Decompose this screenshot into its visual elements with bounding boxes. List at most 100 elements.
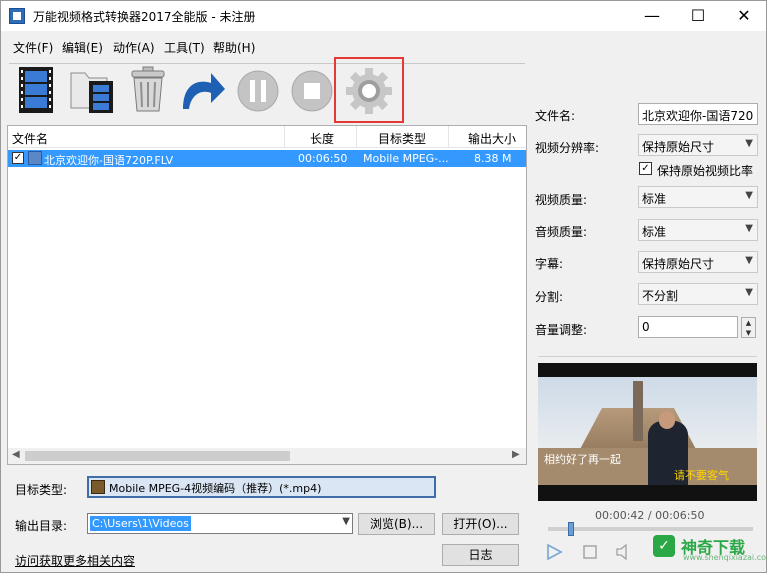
scroll-left-icon[interactable]: ◀ — [12, 449, 20, 460]
keep-ratio-checkbox[interactable]: ✓ — [639, 162, 652, 175]
volume-label: 音量调整: — [535, 323, 588, 337]
keep-ratio-label[interactable]: 保持原始视频比率 — [657, 162, 753, 179]
row-size: 8.38 M — [474, 152, 512, 165]
speaker-icon — [616, 543, 627, 561]
filename-value: 北京欢迎你-国语720P — [642, 109, 754, 123]
preview-monument — [633, 381, 643, 441]
chevron-down-icon: ▼ — [745, 255, 753, 266]
volume-spinner[interactable]: ▲ ▼ — [741, 317, 756, 338]
split-select[interactable]: 不分割 ▼ — [638, 283, 758, 305]
row-filename: 北京欢迎你-国语720P.FLV — [44, 154, 174, 167]
film-icon — [91, 480, 105, 494]
output-dir-label: 输出目录: — [15, 519, 68, 533]
chevron-down-icon: ▼ — [745, 190, 753, 201]
preview-subtitle-left: 相约好了再一起 — [544, 453, 621, 466]
resolution-select[interactable]: 保持原始尺寸 ▼ — [638, 134, 758, 156]
preview-timecode: 00:00:42 / 00:06:50 — [595, 509, 705, 522]
column-divider[interactable] — [448, 126, 449, 148]
redo-icon — [183, 73, 225, 109]
column-divider[interactable] — [356, 126, 357, 148]
filename-label: 文件名: — [535, 109, 576, 123]
watermark-subtext: www.shenqixiazai.com — [683, 553, 767, 562]
stop-preview-button[interactable] — [581, 543, 599, 561]
scrollbar-thumb[interactable] — [25, 451, 290, 461]
redo-button[interactable] — [177, 65, 225, 115]
menu-help[interactable]: 帮助(H) — [213, 39, 255, 56]
menu-edit[interactable]: 编辑(E) — [62, 39, 103, 56]
row-length: 00:06:50 — [298, 152, 348, 165]
seek-thumb[interactable] — [568, 522, 574, 536]
column-header-filename[interactable]: 文件名 — [12, 130, 48, 147]
chevron-down-icon: ▼ — [745, 287, 753, 298]
app-icon — [9, 8, 25, 24]
output-dir-combobox[interactable]: C:\Users\1\Videos ▼ — [87, 513, 353, 534]
column-divider[interactable] — [284, 126, 285, 148]
letterbox-top — [538, 363, 757, 377]
volume-button[interactable] — [615, 543, 633, 561]
maximize-button[interactable]: ☐ — [675, 1, 721, 31]
chevron-down-icon[interactable]: ▼ — [342, 516, 350, 527]
preview-person-head — [659, 411, 675, 429]
target-type-selector[interactable]: Mobile MPEG-4视频编码（推荐）(*.mp4) — [87, 476, 436, 498]
play-icon — [547, 543, 563, 561]
table-row[interactable]: ✓ 北京欢迎你-国语720P.FLV 00:06:50 Mobile MPEG-… — [8, 150, 526, 167]
subtitle-value: 保持原始尺寸 — [642, 257, 715, 271]
stop-button[interactable] — [289, 65, 335, 115]
spin-up-icon[interactable]: ▲ — [742, 318, 755, 328]
more-content-link[interactable]: 访问获取更多相关内容 — [15, 552, 135, 569]
audio-quality-select[interactable]: 标准 ▼ — [638, 219, 758, 241]
target-type-value: Mobile MPEG-4视频编码（推荐）(*.mp4) — [109, 482, 322, 495]
horizontal-scrollbar[interactable]: ◀ ▶ — [8, 448, 526, 464]
menu-tools[interactable]: 工具(T) — [164, 39, 205, 56]
row-checkbox[interactable]: ✓ — [12, 152, 24, 164]
chevron-down-icon: ▼ — [745, 138, 753, 149]
pause-button[interactable] — [235, 65, 281, 115]
add-video-icon — [19, 67, 53, 113]
browse-button[interactable]: 浏览(B)... — [358, 513, 435, 535]
pause-icon — [237, 70, 279, 112]
file-list-header: 文件名 长度 目标类型 输出大小 — [8, 126, 526, 148]
app-window: 万能视频格式转换器2017全能版 - 未注册 — ☐ ✕ 文件(F) 编辑(E)… — [0, 0, 767, 573]
spin-down-icon[interactable]: ▼ — [742, 328, 755, 338]
video-preview[interactable]: 相约好了再一起 请不要客气 — [538, 363, 757, 501]
video-quality-select[interactable]: 标准 ▼ — [638, 186, 758, 208]
filename-field[interactable]: 北京欢迎你-国语720P — [638, 103, 758, 125]
volume-value: 0 — [642, 320, 650, 334]
log-button[interactable]: 日志 — [442, 544, 519, 566]
scroll-right-icon[interactable]: ▶ — [512, 449, 520, 460]
subtitle-label: 字幕: — [535, 257, 564, 271]
subtitle-select[interactable]: 保持原始尺寸 ▼ — [638, 251, 758, 273]
delete-button[interactable] — [125, 65, 171, 115]
add-folder-icon — [70, 72, 113, 113]
column-header-length[interactable]: 长度 — [310, 130, 334, 147]
resolution-value: 保持原始尺寸 — [642, 140, 715, 154]
menu-action[interactable]: 动作(A) — [113, 39, 155, 56]
split-label: 分割: — [535, 290, 564, 304]
target-type-label: 目标类型: — [15, 483, 68, 497]
video-quality-value: 标准 — [642, 192, 667, 206]
title-bar: 万能视频格式转换器2017全能版 - 未注册 — ☐ ✕ — [1, 1, 766, 31]
window-title: 万能视频格式转换器2017全能版 - 未注册 — [33, 10, 256, 24]
preview-subtitle-right: 请不要客气 — [674, 469, 729, 482]
output-dir-value[interactable]: C:\Users\1\Videos — [90, 516, 191, 531]
play-button[interactable] — [545, 543, 563, 561]
open-button[interactable]: 打开(O)... — [442, 513, 519, 535]
add-folder-button[interactable] — [67, 65, 113, 115]
add-video-button[interactable] — [13, 65, 59, 115]
video-quality-label: 视频质量: — [535, 193, 588, 207]
file-list[interactable]: 文件名 长度 目标类型 输出大小 ✓ 北京欢迎你-国语720P.FLV 00:0… — [7, 125, 527, 465]
column-header-target[interactable]: 目标类型 — [378, 130, 426, 147]
menu-file[interactable]: 文件(F) — [13, 39, 53, 56]
video-file-icon — [28, 151, 42, 165]
close-button[interactable]: ✕ — [721, 1, 767, 31]
column-header-size[interactable]: 输出大小 — [468, 130, 516, 147]
settings-highlight-box — [334, 57, 404, 123]
minimize-button[interactable]: — — [629, 1, 675, 31]
split-value: 不分割 — [642, 289, 679, 303]
volume-input[interactable]: 0 — [638, 316, 738, 338]
audio-quality-label: 音频质量: — [535, 225, 588, 239]
preview-seek-slider[interactable] — [548, 522, 753, 536]
watermark-logo-icon: ✓ — [653, 535, 675, 557]
resolution-label: 视频分辨率: — [535, 141, 600, 155]
delete-icon — [131, 66, 165, 112]
